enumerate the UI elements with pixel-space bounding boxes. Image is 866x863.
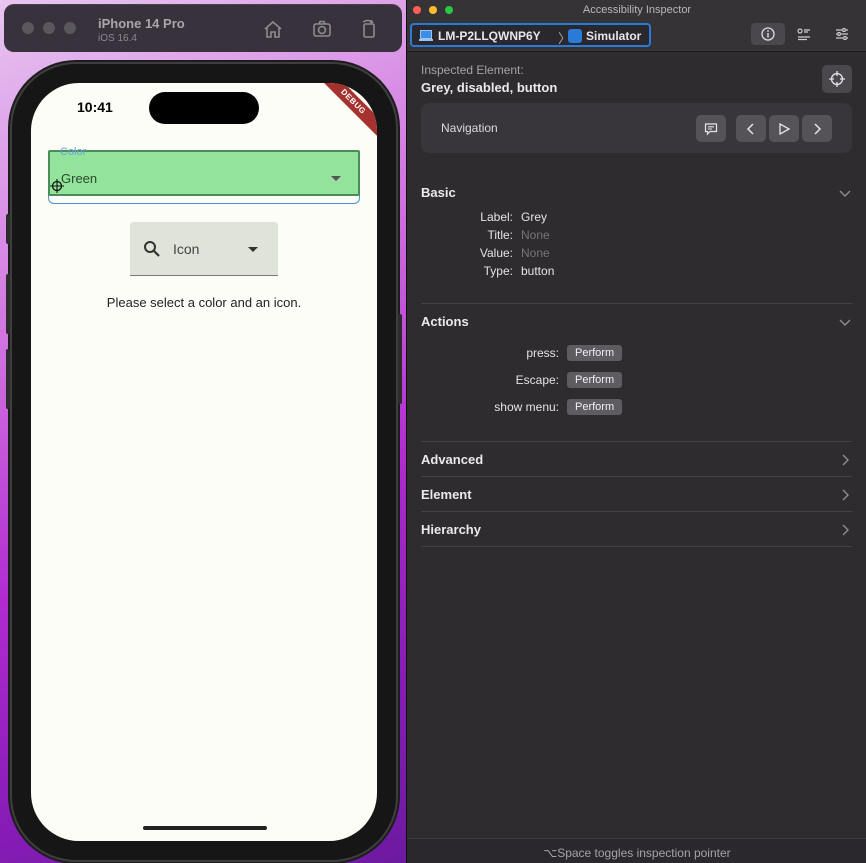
action-button [6, 214, 10, 244]
color-field-label: Color [60, 146, 87, 158]
basic-label-value: Grey [521, 210, 548, 224]
basic-title-value: None [521, 228, 550, 242]
next-element-button[interactable] [802, 115, 832, 142]
power-button [398, 314, 402, 404]
navigation-panel: Navigation [421, 103, 852, 153]
device-name: iPhone 14 Pro [98, 16, 185, 31]
sliders-icon [836, 28, 848, 40]
perform-escape-button[interactable]: Perform [567, 372, 623, 388]
basic-label-key: Label: [480, 210, 513, 224]
search-icon [144, 241, 160, 257]
play-button[interactable] [769, 115, 799, 142]
close-window-button[interactable] [22, 22, 34, 34]
perform-show-menu-button[interactable]: Perform [567, 399, 623, 415]
inspector-titlebar: Accessibility Inspector LM-P2LLQWNP6Y 〉 … [407, 0, 866, 52]
section-advanced-header[interactable]: Advanced [421, 452, 483, 467]
inspection-pointer-icon [50, 179, 64, 193]
target-app-name: Simulator [586, 29, 642, 43]
speak-button[interactable] [696, 115, 726, 142]
section-hierarchy-header[interactable]: Hierarchy [421, 522, 481, 537]
home-icon[interactable] [262, 18, 284, 40]
target-device-name: LM-P2LLQWNP6Y [438, 29, 541, 43]
rotate-icon[interactable] [358, 18, 380, 40]
basic-type-key: Type: [483, 264, 513, 278]
action-press-key: press: [526, 346, 559, 360]
audit-tab-button[interactable] [793, 23, 815, 45]
section-divider [421, 511, 852, 512]
checklist-icon [797, 28, 810, 41]
status-time: 10:41 [77, 99, 113, 115]
inspected-element-value: Grey, disabled, button [421, 80, 558, 95]
icon-dropdown[interactable]: Icon [130, 222, 278, 276]
window-title: Accessibility Inspector [582, 4, 692, 16]
dynamic-island [149, 92, 259, 124]
zoom-window-button[interactable] [64, 22, 76, 34]
action-escape-key: Escape: [515, 373, 559, 387]
previous-element-button[interactable] [736, 115, 766, 142]
color-field-value: Green [61, 171, 98, 186]
laptop-icon [419, 30, 433, 41]
play-icon [779, 122, 790, 135]
screenshot-icon[interactable] [311, 18, 333, 40]
chevron-right-icon [814, 122, 822, 135]
inspected-element-label: Inspected Element: [421, 63, 524, 77]
section-divider [421, 476, 852, 477]
basic-title-key: Title: [487, 228, 513, 242]
volume-down-button [6, 349, 10, 409]
accessibility-inspector-window: Accessibility Inspector LM-P2LLQWNP6Y 〉 … [406, 0, 866, 863]
selection-hint: Please select a color and an icon. [106, 295, 302, 310]
chevron-down-icon[interactable] [839, 316, 851, 328]
icon-dropdown-label: Icon [173, 241, 200, 257]
navigation-label: Navigation [441, 121, 498, 135]
chevron-down-icon[interactable] [839, 187, 851, 199]
section-divider [421, 303, 852, 304]
section-element-header[interactable]: Element [421, 487, 472, 502]
info-icon [761, 27, 775, 41]
basic-type-value: button [521, 264, 555, 278]
status-footer: ⌥Space toggles inspection pointer [407, 838, 866, 863]
perform-press-button[interactable]: Perform [567, 345, 623, 361]
device-os-version: iOS 16.4 [98, 33, 137, 44]
section-divider [421, 546, 852, 547]
chevron-left-icon [746, 122, 754, 135]
target-picker[interactable]: LM-P2LLQWNP6Y 〉 Simulator [410, 23, 651, 47]
color-dropdown-field[interactable]: Color Green [48, 146, 360, 204]
simulator-app-icon [568, 29, 582, 43]
device-screen: 10:41 DEBUG Color Green Icon Please sele… [31, 83, 377, 841]
section-divider [421, 441, 852, 442]
dropdown-caret-icon [248, 247, 258, 252]
crosshair-icon [829, 71, 845, 87]
volume-up-button [6, 274, 10, 334]
section-actions-header[interactable]: Actions [421, 314, 469, 329]
basic-value-value: None [521, 246, 550, 260]
chevron-right-icon[interactable] [839, 489, 851, 501]
settings-tab-button[interactable] [831, 23, 853, 45]
inspection-pointer-button[interactable] [822, 65, 852, 93]
iphone-frame: 10:41 DEBUG Color Green Icon Please sele… [6, 64, 402, 860]
footer-hint: ⌥Space toggles inspection pointer [543, 846, 731, 860]
action-show-menu-key: show menu: [494, 400, 559, 414]
minimize-window-button[interactable] [43, 22, 55, 34]
section-basic-header[interactable]: Basic [421, 185, 456, 200]
inspection-tab-button[interactable] [751, 23, 785, 45]
basic-value-key: Value: [479, 246, 513, 260]
dropdown-caret-icon [331, 176, 341, 181]
home-indicator[interactable] [143, 826, 267, 830]
chevron-right-icon[interactable] [839, 454, 851, 466]
chevron-right-icon[interactable] [839, 524, 851, 536]
speech-bubble-icon [704, 122, 718, 135]
debug-banner: DEBUG [315, 83, 377, 140]
window-controls [22, 22, 76, 34]
simulator-toolbar: iPhone 14 Pro iOS 16.4 [4, 4, 402, 52]
